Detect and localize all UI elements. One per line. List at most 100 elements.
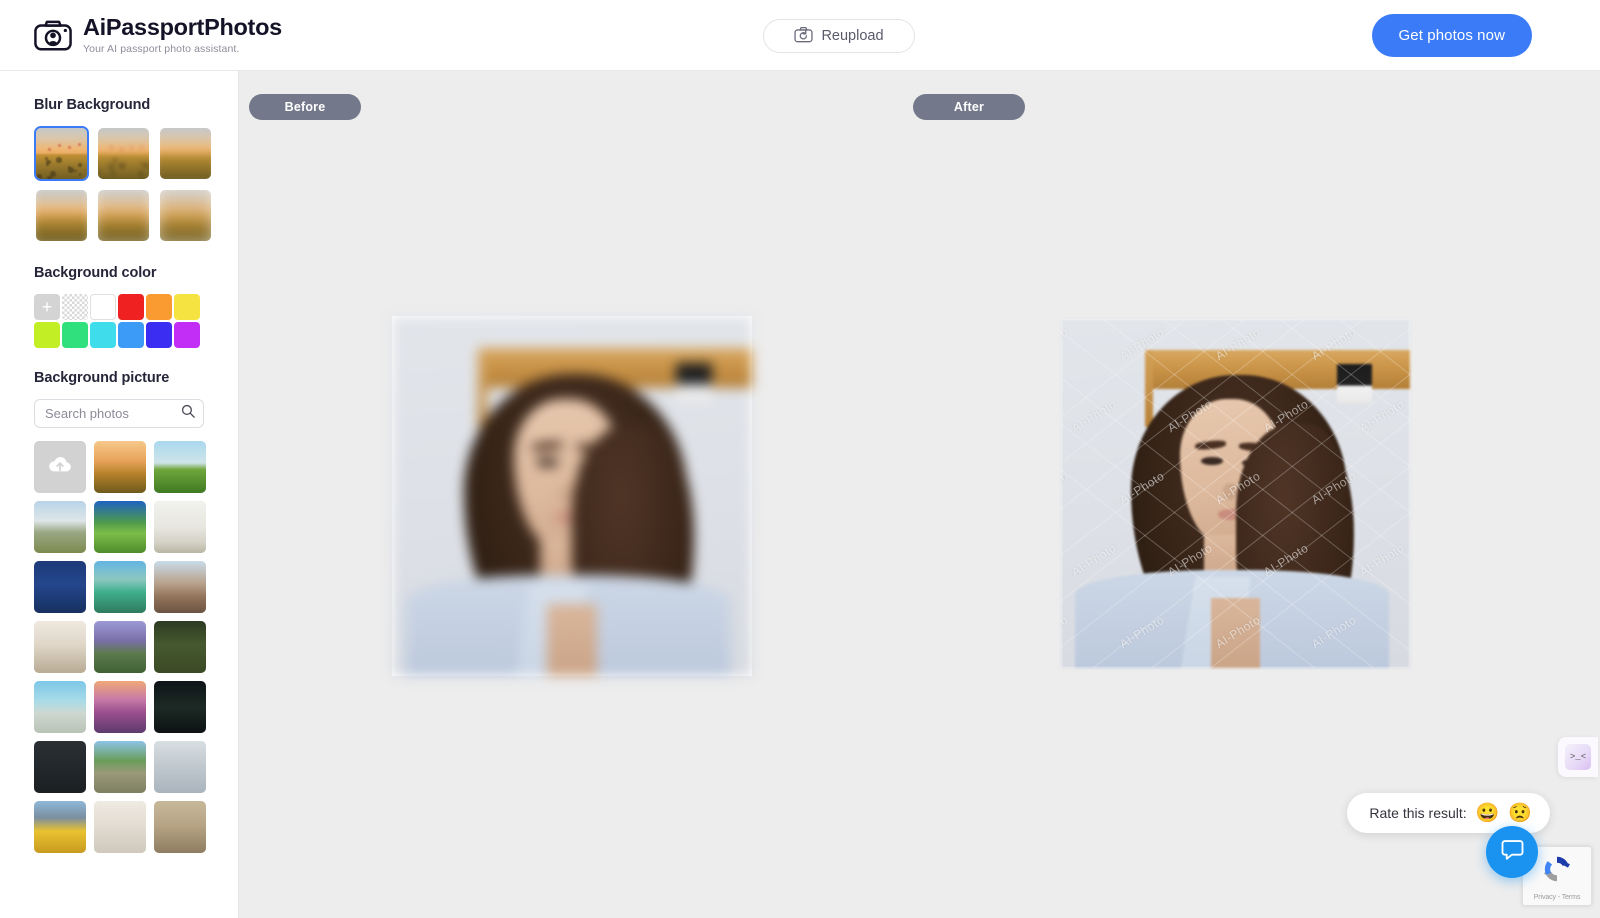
photo-desert-landscape[interactable] <box>154 561 206 613</box>
photo-white-hall-interior[interactable] <box>94 801 146 853</box>
photo-tree-white-chair[interactable] <box>154 621 206 673</box>
camera-icon <box>34 18 72 52</box>
photo-thumbnail <box>34 561 86 613</box>
blur-thumbnail <box>96 126 151 181</box>
app-root: AiPassportPhotos Your AI passport photo … <box>0 0 1600 918</box>
color-swatch-cyan[interactable] <box>90 322 116 348</box>
brand-name: AiPassportPhotos <box>83 15 282 41</box>
body: Blur Background Background color + Backg… <box>0 71 1600 918</box>
photo-curtain-window[interactable] <box>34 621 86 673</box>
side-panel-glyph: >_< <box>1565 744 1591 770</box>
blur-option-6[interactable] <box>158 188 213 243</box>
blur-option-1[interactable] <box>34 126 89 181</box>
photo-sunset-field[interactable] <box>94 441 146 493</box>
photo-garden-path[interactable] <box>94 741 146 793</box>
color-swatch-blue[interactable] <box>118 322 144 348</box>
blur-option-2[interactable] <box>96 126 151 181</box>
upload-photo-tile[interactable] <box>34 441 86 493</box>
search-photos-input[interactable] <box>45 406 181 421</box>
photo-thumbnail <box>34 501 86 553</box>
blur-background-grid <box>0 126 238 243</box>
rate-result-label: Rate this result: <box>1369 805 1466 821</box>
photo-chalkboard-equations[interactable] <box>34 741 86 793</box>
chat-bubble-icon <box>1500 837 1525 867</box>
photo-purple-mountains-dusk[interactable] <box>94 621 146 673</box>
color-swatch-transparent[interactable] <box>62 294 88 320</box>
photo-thumbnail <box>154 741 206 793</box>
preview-canvas: Before After AI-Photo AI-Photo AI-Photo … <box>239 71 1600 918</box>
blur-option-4[interactable] <box>34 188 89 243</box>
color-swatch-green[interactable] <box>62 322 88 348</box>
photo-thumbnail <box>154 621 206 673</box>
logo-text: AiPassportPhotos Your AI passport photo … <box>83 15 282 55</box>
background-picture-title: Background picture <box>0 370 238 386</box>
brand-tagline: Your AI passport photo assistant. <box>83 43 282 55</box>
blur-thumbnail <box>158 126 213 181</box>
search-photos-box[interactable] <box>34 399 204 428</box>
photo-ferris-wheel-night[interactable] <box>154 681 206 733</box>
photo-thumbnail <box>154 561 206 613</box>
after-photo-frame[interactable]: AI-Photo AI-Photo AI-Photo AI-Photo AI-Photo… <box>1061 319 1410 668</box>
photo-thumbnail <box>154 501 206 553</box>
camera-refresh-icon <box>794 26 813 46</box>
blur-background-section: Blur Background <box>0 97 238 243</box>
logo[interactable]: AiPassportPhotos Your AI passport photo … <box>0 15 282 55</box>
recaptcha-terms-label[interactable]: Privacy - Terms <box>1534 894 1581 901</box>
photo-thumbnail <box>34 741 86 793</box>
photo-thumbnail <box>34 681 86 733</box>
photo-flower-field-sunset[interactable] <box>94 681 146 733</box>
color-swatch-indigo[interactable] <box>146 322 172 348</box>
upload-cloud-icon <box>47 454 73 480</box>
before-photo-frame[interactable] <box>392 316 752 676</box>
color-swatch-orange[interactable] <box>146 294 172 320</box>
photo-birch-forest-snow[interactable] <box>154 741 206 793</box>
blur-thumbnail <box>158 188 213 243</box>
photo-thumbnail <box>34 801 86 853</box>
photo-thumbnail <box>154 441 206 493</box>
photo-moon-night-sky[interactable] <box>34 561 86 613</box>
photo-lone-tree-green-field[interactable] <box>154 441 206 493</box>
blur-background-title: Blur Background <box>0 97 238 113</box>
photo-stone-columns[interactable] <box>154 801 206 853</box>
after-label-pill[interactable]: After <box>913 94 1025 120</box>
color-swatch-yellow[interactable] <box>174 294 200 320</box>
photo-thumbnail <box>34 621 86 673</box>
blur-option-5[interactable] <box>96 188 151 243</box>
photo-thumbnail <box>94 801 146 853</box>
background-color-title: Background color <box>0 265 238 281</box>
recaptcha-icon <box>1541 853 1573 890</box>
get-photos-now-button[interactable]: Get photos now <box>1372 14 1532 57</box>
reupload-label: Reupload <box>821 28 883 44</box>
side-panel-toggle[interactable]: >_< <box>1558 737 1598 777</box>
background-color-grid: + <box>0 294 238 348</box>
search-icon[interactable] <box>181 404 195 423</box>
photo-interior-shelf-plants[interactable] <box>154 501 206 553</box>
photo-green-mountain-valley[interactable] <box>94 501 146 553</box>
color-swatch-lime[interactable] <box>34 322 60 348</box>
photo-thumbnail <box>154 801 206 853</box>
photo-thumbnail <box>94 561 146 613</box>
photo-thumbnail <box>94 681 146 733</box>
background-picture-grid <box>0 441 238 853</box>
photo-matterhorn-mountain[interactable] <box>34 501 86 553</box>
photo-beach-pier[interactable] <box>34 681 86 733</box>
color-swatch-add-custom-color[interactable]: + <box>34 294 60 320</box>
photo-green-car-tree[interactable] <box>94 561 146 613</box>
blur-thumbnail <box>96 188 151 243</box>
photo-thumbnail <box>94 441 146 493</box>
background-color-section: Background color + <box>0 265 238 348</box>
blur-option-3[interactable] <box>158 126 213 181</box>
photo-tulip-field[interactable] <box>34 801 86 853</box>
after-portrait-image <box>1061 319 1410 668</box>
chat-support-button[interactable] <box>1486 826 1538 878</box>
color-swatch-red[interactable] <box>118 294 144 320</box>
rate-negative-icon[interactable]: 😟 <box>1508 804 1532 823</box>
photo-thumbnail <box>154 681 206 733</box>
color-swatch-magenta[interactable] <box>174 322 200 348</box>
blur-thumbnail <box>34 188 89 243</box>
reupload-button[interactable]: Reupload <box>763 19 915 53</box>
before-label-pill[interactable]: Before <box>249 94 361 120</box>
before-portrait-image <box>392 316 752 676</box>
rate-positive-icon[interactable]: 😀 <box>1476 804 1500 823</box>
color-swatch-white[interactable] <box>90 294 116 320</box>
